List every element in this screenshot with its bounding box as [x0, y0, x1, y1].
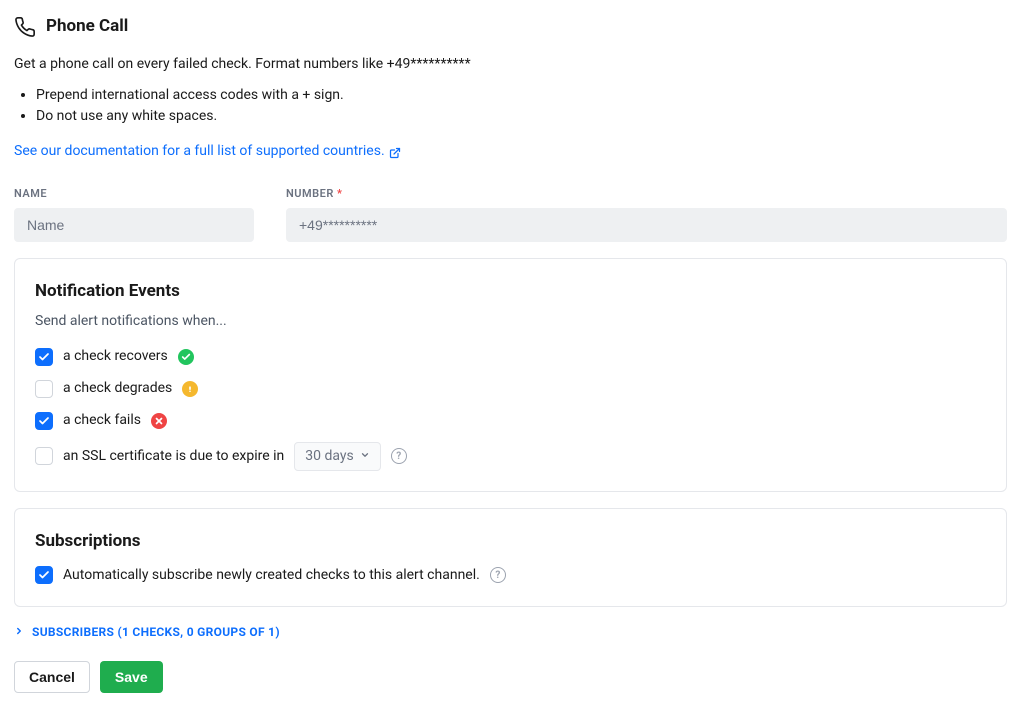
number-label: NUMBER * — [286, 186, 1007, 203]
event-degrades-label: a check degrades — [63, 378, 172, 399]
event-degrades-row: a check degrades — [35, 378, 986, 400]
name-label: NAME — [14, 186, 254, 203]
event-fails-label: a check fails — [63, 410, 141, 431]
notification-events-subtitle: Send alert notifications when... — [35, 311, 986, 332]
event-fails-row: a check fails — [35, 410, 986, 432]
documentation-link[interactable]: See our documentation for a full list of… — [14, 141, 401, 162]
event-fails-checkbox[interactable] — [35, 412, 53, 430]
notification-events-title: Notification Events — [35, 279, 986, 305]
subscriptions-card: Subscriptions Automatically subscribe ne… — [14, 508, 1007, 608]
event-ssl-row: an SSL certificate is due to expire in 3… — [35, 442, 986, 471]
required-indicator: * — [337, 187, 342, 200]
name-field-group: NAME — [14, 186, 254, 243]
bullet-item: Do not use any white spaces. — [36, 106, 1007, 127]
status-recovers-icon — [178, 349, 194, 365]
subscriptions-title: Subscriptions — [35, 529, 986, 555]
page-title: Phone Call — [46, 14, 128, 40]
event-ssl-label: an SSL certificate is due to expire in — [63, 446, 284, 467]
event-recovers-label: a check recovers — [63, 346, 168, 367]
event-ssl-checkbox[interactable] — [35, 447, 53, 465]
event-recovers-row: a check recovers — [35, 346, 986, 368]
status-fails-icon — [151, 413, 167, 429]
ssl-days-select[interactable]: 30 days — [294, 442, 380, 471]
subscribers-toggle-label: SUBSCRIBERS (1 CHECKS, 0 GROUPS OF 1) — [32, 623, 280, 641]
auto-subscribe-label: Automatically subscribe newly created ch… — [63, 565, 480, 586]
auto-subscribe-checkbox[interactable] — [35, 566, 53, 584]
cancel-button[interactable]: Cancel — [14, 661, 90, 693]
bullet-item: Prepend international access codes with … — [36, 85, 1007, 106]
auto-subscribe-help-icon[interactable]: ? — [490, 567, 506, 583]
notification-events-card: Notification Events Send alert notificat… — [14, 258, 1007, 492]
number-field-group: NUMBER * — [286, 186, 1007, 243]
page-header: Phone Call — [14, 14, 1007, 40]
auto-subscribe-row: Automatically subscribe newly created ch… — [35, 564, 986, 586]
phone-icon — [14, 16, 36, 38]
subscribers-toggle[interactable]: SUBSCRIBERS (1 CHECKS, 0 GROUPS OF 1) — [14, 623, 1007, 641]
intro-text: Get a phone call on every failed check. … — [14, 54, 1007, 75]
ssl-days-value: 30 days — [305, 446, 353, 467]
status-degrades-icon — [182, 381, 198, 397]
save-button[interactable]: Save — [100, 661, 163, 693]
chevron-right-icon — [14, 623, 24, 641]
name-input[interactable] — [14, 208, 254, 242]
form-actions: Cancel Save — [14, 661, 1007, 693]
chevron-down-icon — [360, 446, 370, 467]
documentation-link-text: See our documentation for a full list of… — [14, 141, 385, 162]
event-recovers-checkbox[interactable] — [35, 348, 53, 366]
ssl-help-icon[interactable]: ? — [391, 448, 407, 464]
number-input[interactable] — [286, 208, 1007, 242]
intro-bullets: Prepend international access codes with … — [14, 85, 1007, 127]
external-link-icon — [389, 145, 401, 157]
event-degrades-checkbox[interactable] — [35, 380, 53, 398]
